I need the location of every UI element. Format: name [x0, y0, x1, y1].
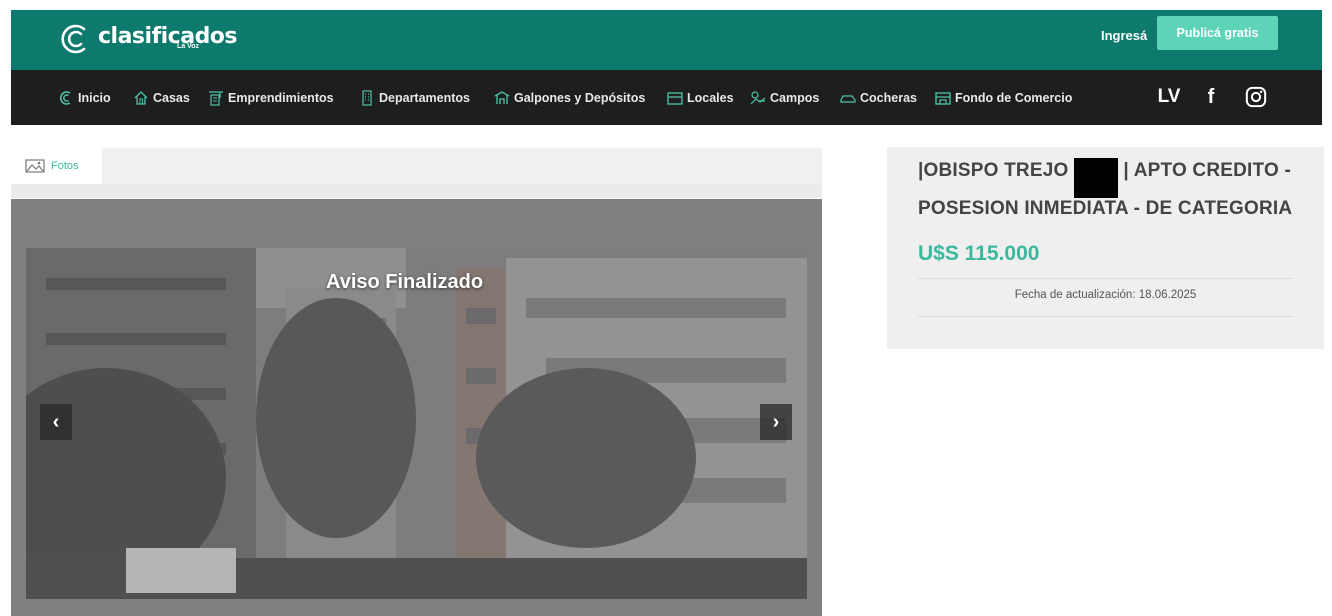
listing-title-part1: |OBISPO TREJO — [918, 160, 1069, 181]
nav-label: Galpones y Depósitos — [514, 91, 646, 105]
storefront-icon — [667, 92, 683, 105]
listing-finished-overlay: Aviso Finalizado — [326, 271, 484, 293]
listing-title: |OBISPO TREJO | APTO CREDITO - POSESION … — [918, 158, 1298, 219]
tab-photos[interactable]: Fotos — [11, 148, 102, 184]
field-icon — [750, 91, 766, 105]
site-logo[interactable]: clasificados — [58, 19, 238, 59]
building-photo-image — [26, 248, 807, 599]
facebook-icon[interactable]: f — [1204, 84, 1218, 110]
category-nav: Inicio Casas Emprendimientos Departament… — [11, 70, 1322, 125]
nav-label: Fondo de Comercio — [955, 91, 1073, 105]
divider — [918, 316, 1293, 317]
nav-label: Locales — [687, 91, 734, 105]
tab-underline — [11, 184, 822, 198]
logo-c-icon — [61, 24, 86, 54]
image-icon — [25, 159, 45, 173]
top-header: clasificados La Voz Ingresá Publicá grat… — [11, 10, 1322, 70]
update-date: Fecha de actualización: 18.06.2025 — [1014, 289, 1197, 301]
tab-photos-label: Fotos — [51, 160, 79, 172]
nav-item-casas[interactable]: Casas — [133, 88, 190, 108]
nav-item-emprendimientos[interactable]: Emprendimientos — [208, 88, 334, 108]
photo-gallery: Aviso Finalizado ‹ › — [11, 199, 822, 616]
logo-c-icon — [60, 91, 71, 105]
divider — [918, 278, 1293, 279]
building-crane-icon — [209, 91, 223, 106]
nav-item-departamentos[interactable]: Departamentos — [359, 88, 470, 108]
publish-free-button[interactable]: Publicá gratis — [1157, 16, 1278, 50]
listing-price: U$S 115.000 — [918, 242, 1040, 265]
apartment-building-icon — [362, 90, 372, 106]
nav-item-campos[interactable]: Campos — [750, 88, 819, 108]
gallery-tabs: Fotos — [11, 148, 822, 198]
nav-item-cocheras[interactable]: Cocheras — [840, 88, 917, 108]
lv-link[interactable]: LV — [1154, 84, 1184, 110]
property-photo[interactable]: Aviso Finalizado — [26, 248, 807, 599]
nav-label: Casas — [153, 91, 190, 105]
previous-photo-button[interactable]: ‹ — [40, 404, 72, 440]
nav-label: Emprendimientos — [228, 91, 334, 105]
car-icon — [840, 95, 856, 103]
listing-summary-card: |OBISPO TREJO | APTO CREDITO - POSESION … — [887, 147, 1324, 349]
nav-item-galpones[interactable]: Galpones y Depósitos — [494, 88, 645, 108]
nav-label: Campos — [770, 91, 820, 105]
nav-item-locales[interactable]: Locales — [667, 88, 734, 108]
nav-label: Cocheras — [860, 91, 917, 105]
nav-label: Inicio — [78, 91, 111, 105]
warehouse-icon — [494, 91, 510, 104]
next-photo-button[interactable]: › — [760, 404, 792, 440]
nav-label: Departamentos — [379, 91, 470, 105]
instagram-icon[interactable] — [1243, 84, 1269, 110]
nav-item-inicio[interactable]: Inicio — [58, 88, 111, 108]
nav-item-fondo-comercio[interactable]: Fondo de Comercio — [935, 88, 1072, 108]
logo-text: clasificados — [98, 23, 238, 49]
redacted-block — [1073, 158, 1118, 198]
shop-icon — [935, 92, 951, 105]
house-icon — [134, 91, 148, 105]
logo-subtitle: La Voz — [177, 43, 200, 50]
login-link[interactable]: Ingresá — [1101, 27, 1147, 45]
